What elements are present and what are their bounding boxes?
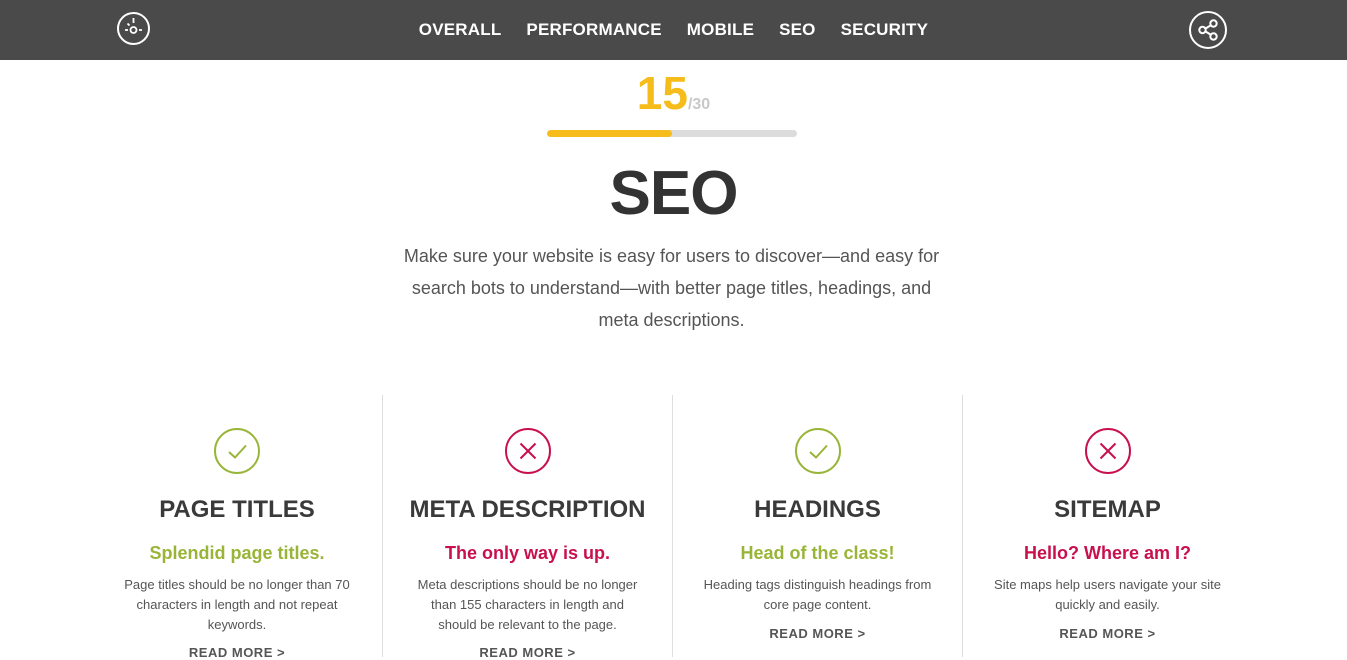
card-page-titles: PAGE TITLES Splendid page titles. Page t… <box>92 395 382 660</box>
nav-performance[interactable]: PERFORMANCE <box>526 20 661 40</box>
score-display: 15/30 <box>0 66 1347 120</box>
nav-security[interactable]: SECURITY <box>841 20 929 40</box>
card-subtitle: Hello? Where am I? <box>1023 543 1192 563</box>
score-progress-fill <box>547 130 672 137</box>
share-icon[interactable] <box>1189 11 1227 49</box>
card-title: SITEMAP <box>1054 496 1161 523</box>
score-value: 15 <box>636 67 688 119</box>
top-bar: OVERALL PERFORMANCE MOBILE SEO SECURITY <box>0 0 1347 60</box>
card-headings: HEADINGS Head of the class! Heading tags… <box>672 395 962 657</box>
score-progress-bar <box>547 130 797 137</box>
card-title: HEADINGS <box>754 496 881 523</box>
card-text: Page titles should be no longer than 70 … <box>124 577 350 632</box>
read-more-link[interactable]: READ MORE > <box>963 626 1252 641</box>
nav-overall[interactable]: OVERALL <box>419 20 502 40</box>
section-description: Make sure your website is easy for users… <box>403 246 940 330</box>
read-more-link[interactable]: READ MORE > <box>92 645 382 660</box>
nav-mobile[interactable]: MOBILE <box>687 20 754 40</box>
card-subtitle: The only way is up. <box>444 543 611 563</box>
nav-seo[interactable]: SEO <box>779 20 816 40</box>
score-max: /30 <box>687 96 711 113</box>
card-title: META DESCRIPTION <box>409 496 646 523</box>
x-circle-icon <box>1084 428 1131 474</box>
card-sitemap: SITEMAP Hello? Where am I? Site maps hel… <box>962 395 1252 657</box>
card-text: Meta descriptions should be no longer th… <box>417 577 638 632</box>
main-nav: OVERALL PERFORMANCE MOBILE SEO SECURITY <box>0 0 1347 60</box>
result-cards: PAGE TITLES Splendid page titles. Page t… <box>92 395 1253 660</box>
card-text: Site maps help users navigate your site … <box>994 577 1221 612</box>
read-more-link[interactable]: READ MORE > <box>383 645 672 660</box>
card-title: PAGE TITLES <box>159 496 315 523</box>
card-meta-description: META DESCRIPTION The only way is up. Met… <box>382 395 672 660</box>
card-text: Heading tags distinguish headings from c… <box>703 577 932 612</box>
card-subtitle: Head of the class! <box>740 543 895 563</box>
check-circle-icon <box>794 428 841 474</box>
card-subtitle: Splendid page titles. <box>149 543 325 563</box>
section-title: SEO <box>609 159 739 228</box>
read-more-link[interactable]: READ MORE > <box>673 626 962 641</box>
x-circle-icon <box>504 428 551 474</box>
check-circle-icon <box>214 428 260 474</box>
